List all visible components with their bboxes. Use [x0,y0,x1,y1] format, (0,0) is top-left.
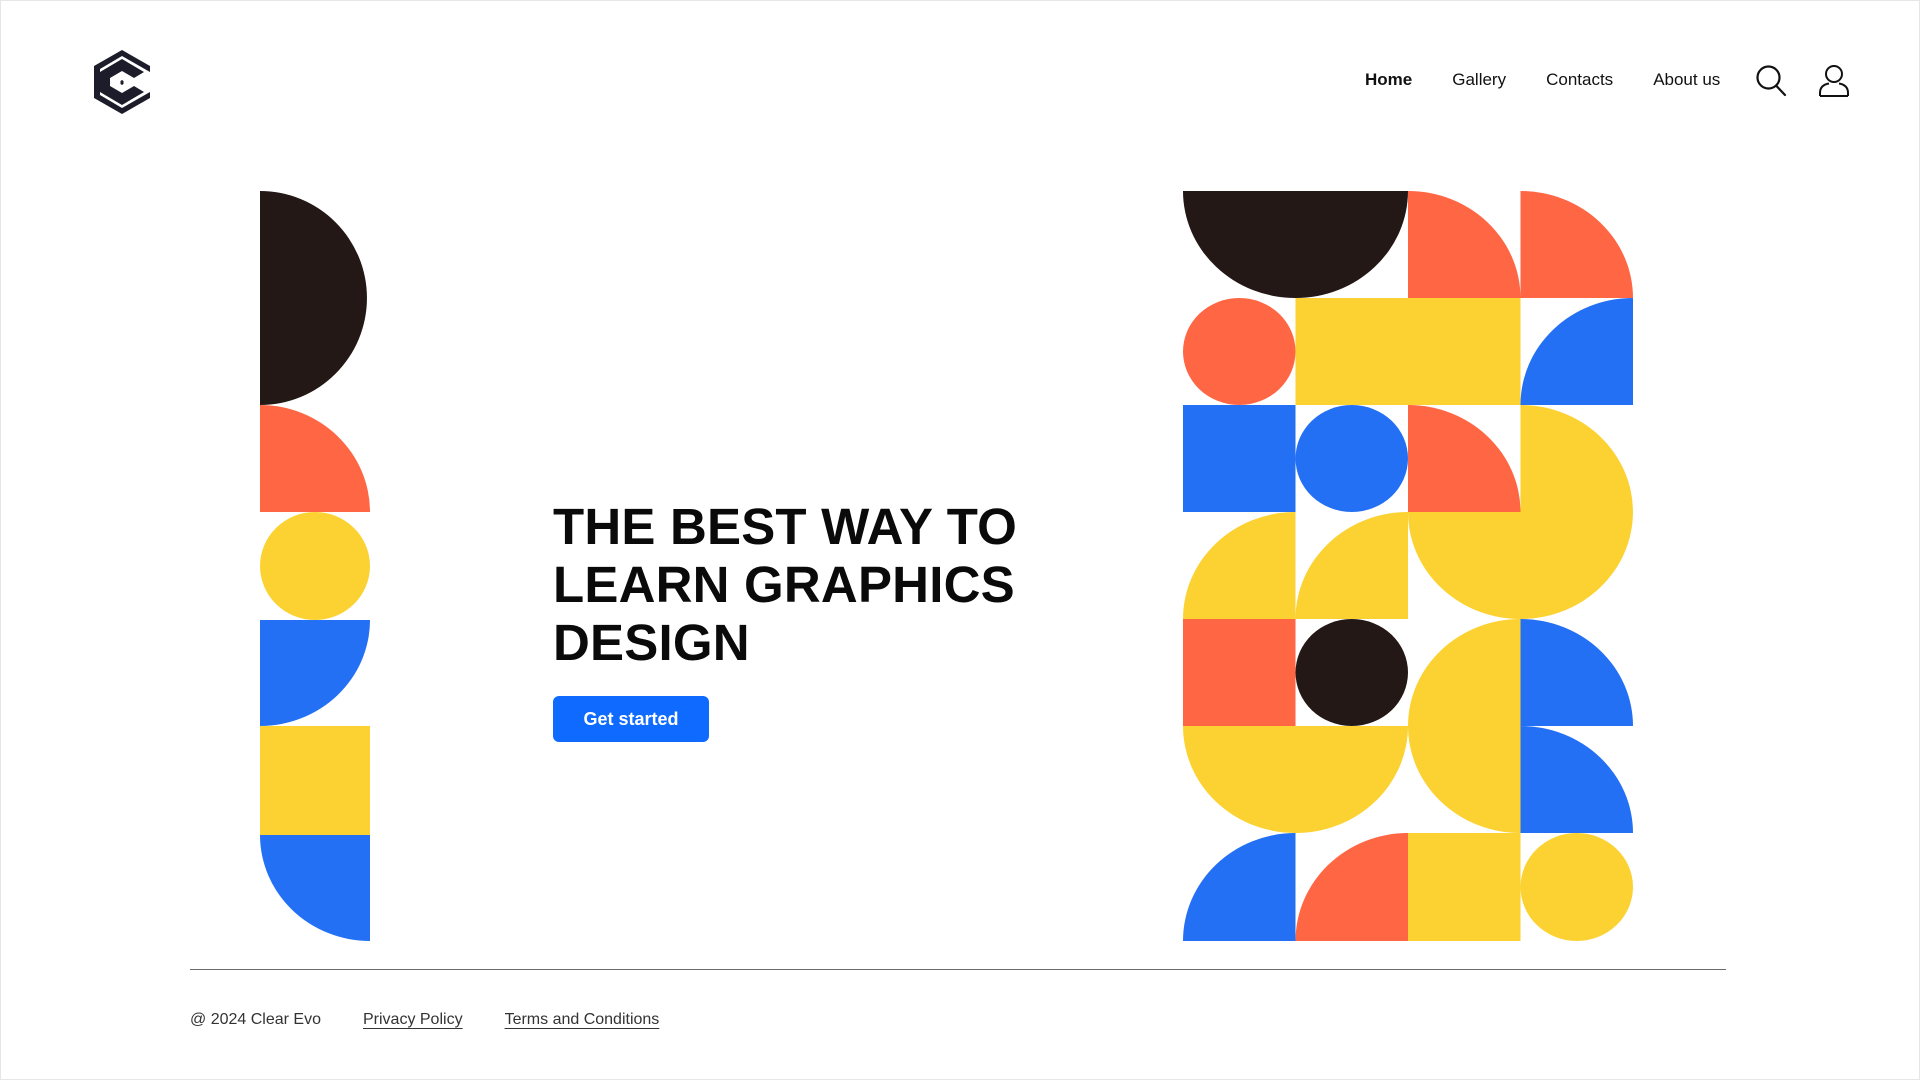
hero-title-line-2: LEARN GRAPHICS [553,556,1015,613]
mosaic-left-column [260,191,370,941]
mosaic-right-grid [1183,191,1633,941]
orange-quarter-r3c3 [1408,405,1521,512]
copyright-text: @ 2024 Clear Evo [190,1011,321,1028]
blue-quarter-r2c4 [1520,298,1633,405]
orange-quarter [260,405,370,512]
get-started-button[interactable]: Get started [553,696,709,742]
yellow-square-r7c3 [1408,833,1521,941]
black-half-circle-top [1183,191,1408,298]
yellow-rect [1295,298,1521,405]
yellow-half-bottom [1183,726,1408,833]
user-icon[interactable] [1818,64,1850,98]
yellow-circle-r7c4 [1520,833,1633,941]
yellow-quarter-r4c2 [1295,512,1408,619]
nav-contacts[interactable]: Contacts [1546,68,1613,92]
yellow-circle [260,512,370,620]
hero-title-line-1: THE BEST WAY TO [553,498,1017,555]
yellow-square [260,726,370,835]
black-circle [1295,619,1408,726]
orange-square [1183,619,1296,726]
orange-quarter-r1c3 [1408,191,1521,298]
privacy-policy-link[interactable]: Privacy Policy [363,1011,463,1029]
nav-about-us[interactable]: About us [1653,68,1720,92]
orange-quarter-r1c4 [1520,191,1633,298]
blue-circle [1295,405,1408,512]
footer: @ 2024 Clear Evo Privacy Policy Terms an… [190,1011,701,1029]
orange-quarter-r7c2 [1295,833,1408,941]
hero-title: THE BEST WAY TO LEARN GRAPHICS DESIGN [553,498,1073,672]
main-nav: Home Gallery Contacts About us [1365,68,1760,92]
nav-home[interactable]: Home [1365,68,1412,92]
blue-quarter [260,620,370,726]
blue-quarter-r5c4 [1520,619,1633,726]
blue-quarter-r6c4 [1520,726,1633,833]
blue-bottom-quarter [260,835,370,941]
terms-and-conditions-link[interactable]: Terms and Conditions [505,1011,660,1029]
blue-square [1183,405,1296,512]
hero-title-line-3: DESIGN [553,614,750,671]
yellow-half-r5c3 [1408,619,1521,833]
footer-divider [190,969,1726,970]
yellow-quarter-r4c1 [1183,512,1296,619]
blue-quarter-r7c1 [1183,833,1296,941]
nav-gallery[interactable]: Gallery [1452,68,1506,92]
black-half-circle [260,191,367,405]
orange-circle [1183,298,1296,405]
search-icon[interactable] [1755,64,1787,98]
logo[interactable] [94,50,150,114]
